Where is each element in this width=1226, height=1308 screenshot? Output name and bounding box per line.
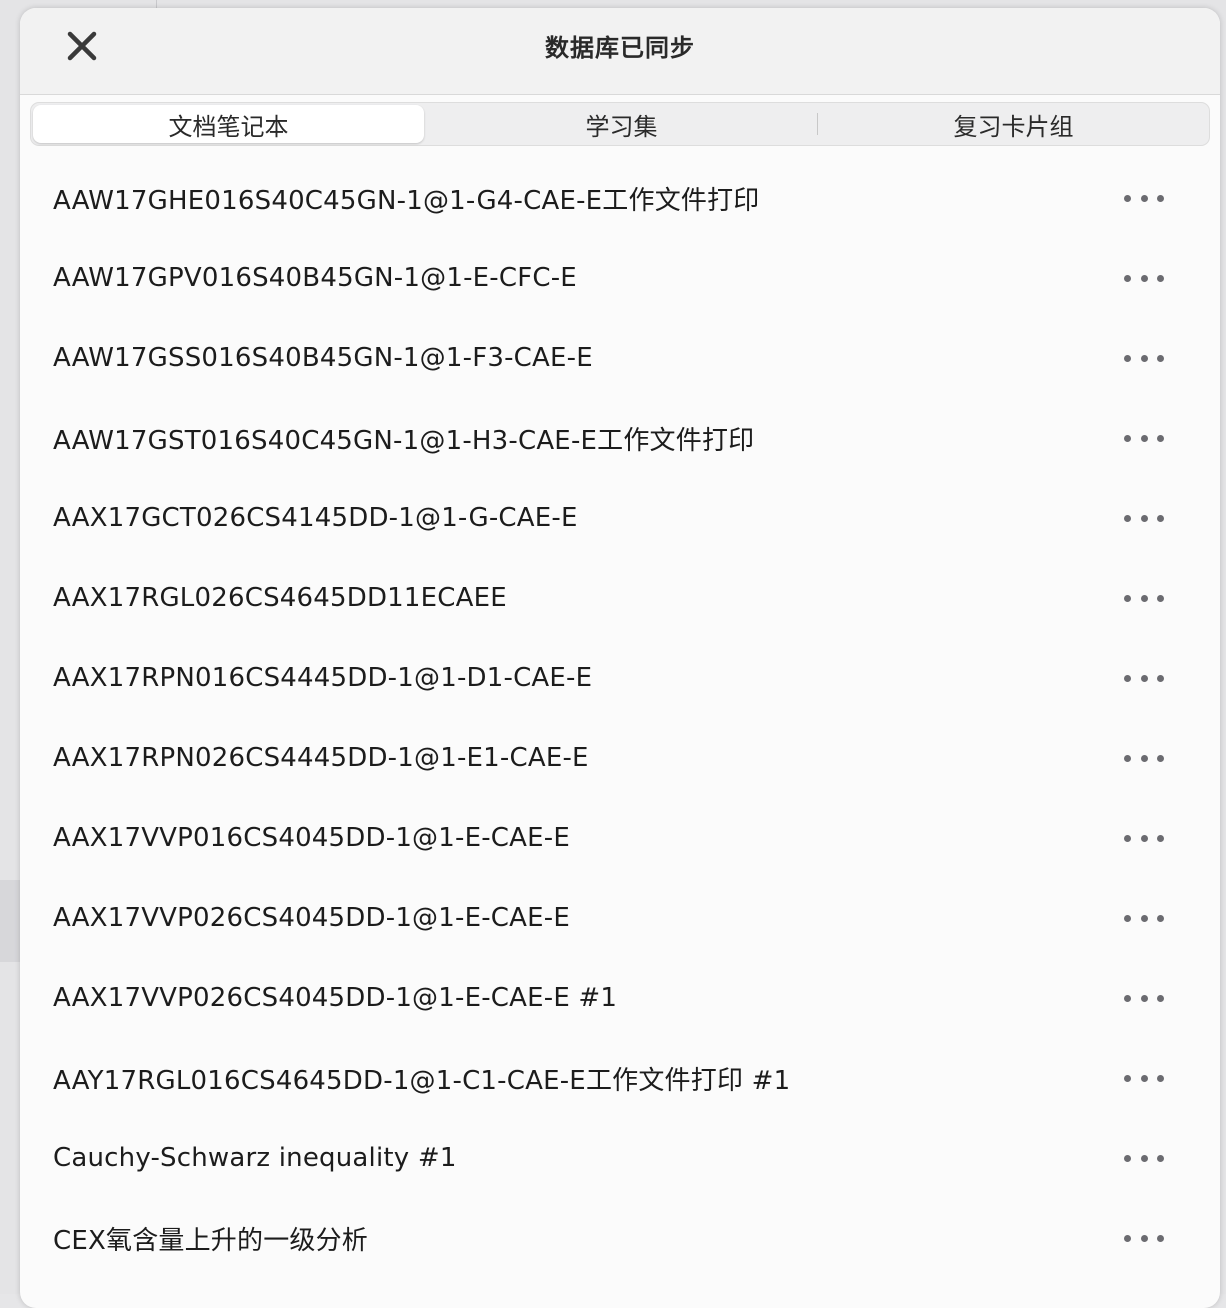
list-item[interactable]: AAX17GCT026CS4145DD-1@1-G-CAE-E (20, 478, 1220, 558)
more-dot (1157, 274, 1164, 282)
more-dot (1157, 674, 1164, 682)
list-item-label: AAX17VVP026CS4045DD-1@1-E-CAE-E (53, 903, 570, 933)
more-horizontal-icon[interactable] (1124, 668, 1164, 688)
list-item-label: Cauchy-Schwarz inequality #1 (53, 1143, 457, 1173)
more-dot (1140, 834, 1148, 842)
list-item-label: AAW17GST016S40C45GN-1@1-H3-CAE-E工作文件打印 (53, 425, 755, 456)
more-dot (1124, 834, 1131, 842)
more-dot (1124, 1154, 1131, 1162)
list-item[interactable]: AAW17GPV016S40B45GN-1@1-E-CFC-E (20, 238, 1220, 318)
more-horizontal-icon[interactable] (1124, 988, 1164, 1008)
list-item-label: AAW17GPV016S40B45GN-1@1-E-CFC-E (53, 263, 577, 293)
more-dot (1124, 594, 1131, 602)
more-horizontal-icon[interactable] (1124, 1068, 1164, 1088)
list-item-label: AAY17RGL016CS4645DD-1@1-C1-CAE-E工作文件打印 #… (53, 1065, 791, 1096)
list-item-label: AAX17GCT026CS4145DD-1@1-G-CAE-E (53, 503, 578, 533)
list-item[interactable]: CEX氧含量上升的一级分析 (20, 1198, 1220, 1278)
more-dot (1140, 434, 1148, 442)
tab-review-decks[interactable]: 复习卡片组 (818, 103, 1209, 145)
more-dot (1140, 1154, 1148, 1162)
more-dot (1124, 914, 1131, 922)
more-horizontal-icon[interactable] (1124, 828, 1164, 848)
more-horizontal-icon[interactable] (1124, 1148, 1164, 1168)
more-dot (1157, 994, 1164, 1002)
more-horizontal-icon[interactable] (1124, 188, 1164, 208)
more-dot (1140, 674, 1148, 682)
list-item-label: CEX氧含量上升的一级分析 (53, 1225, 368, 1256)
sheet-title: 数据库已同步 (545, 34, 695, 62)
list-item-label: AAX17VVP026CS4045DD-1@1-E-CAE-E #1 (53, 983, 618, 1013)
background-divider (156, 0, 157, 8)
more-dot (1140, 754, 1148, 762)
more-dot (1157, 594, 1164, 602)
more-dot (1124, 274, 1131, 282)
more-dot (1157, 834, 1164, 842)
more-horizontal-icon[interactable] (1124, 508, 1164, 528)
more-dot (1157, 354, 1164, 362)
more-dot (1157, 1154, 1164, 1162)
list-item[interactable]: AAW17GHE016S40C45GN-1@1-G4-CAE-E工作文件打印 (20, 158, 1220, 238)
list-item[interactable]: AAX17RPN016CS4445DD-1@1-D1-CAE-E (20, 638, 1220, 718)
segmented-control: 文档笔记本 学习集 复习卡片组 (30, 102, 1210, 146)
notebook-list: AAW17GHE016S40C45GN-1@1-G4-CAE-E工作文件打印 AA… (20, 158, 1220, 1278)
list-item-label: AAX17RGL026CS4645DD11ECAEE (53, 583, 507, 613)
more-dot (1157, 754, 1164, 762)
more-horizontal-icon[interactable] (1124, 268, 1164, 288)
more-dot (1140, 594, 1148, 602)
sync-sheet: 数据库已同步 文档笔记本 学习集 复习卡片组 AAW17GHE016S40C45… (20, 8, 1220, 1308)
more-dot (1140, 914, 1148, 922)
list-item-label: AAX17RPN016CS4445DD-1@1-D1-CAE-E (53, 663, 593, 693)
background-panel (0, 880, 20, 962)
more-dot (1140, 994, 1148, 1002)
list-item[interactable]: AAX17VVP016CS4045DD-1@1-E-CAE-E (20, 798, 1220, 878)
sheet-header: 数据库已同步 (20, 8, 1220, 95)
tab-label: 学习集 (585, 112, 658, 141)
more-dot (1140, 194, 1148, 202)
more-horizontal-icon[interactable] (1124, 348, 1164, 368)
more-horizontal-icon[interactable] (1124, 1228, 1164, 1248)
list-item-label: AAX17RPN026CS4445DD-1@1-E1-CAE-E (53, 743, 589, 773)
tab-study-sets[interactable]: 学习集 (426, 103, 817, 145)
more-dot (1124, 1234, 1131, 1242)
more-dot (1124, 354, 1131, 362)
more-dot (1157, 514, 1164, 522)
more-dot (1124, 434, 1131, 442)
more-dot (1157, 1234, 1164, 1242)
tab-documents[interactable]: 文档笔记本 (33, 105, 424, 143)
more-horizontal-icon[interactable] (1124, 908, 1164, 928)
list-item[interactable]: AAY17RGL016CS4645DD-1@1-C1-CAE-E工作文件打印 #… (20, 1038, 1220, 1118)
list-item[interactable]: AAX17VVP026CS4045DD-1@1-E-CAE-E (20, 878, 1220, 958)
more-horizontal-icon[interactable] (1124, 748, 1164, 768)
more-dot (1157, 1074, 1164, 1082)
more-dot (1157, 914, 1164, 922)
more-horizontal-icon[interactable] (1124, 588, 1164, 608)
more-dot (1140, 1074, 1148, 1082)
list-item-label: AAW17GHE016S40C45GN-1@1-G4-CAE-E工作文件打印 (53, 185, 760, 216)
list-item[interactable]: AAX17VVP026CS4045DD-1@1-E-CAE-E #1 (20, 958, 1220, 1038)
list-item-label: AAW17GSS016S40B45GN-1@1-F3-CAE-E (53, 343, 593, 373)
more-dot (1124, 194, 1131, 202)
list-item[interactable]: AAX17RPN026CS4445DD-1@1-E1-CAE-E (20, 718, 1220, 798)
more-dot (1140, 514, 1148, 522)
more-dot (1140, 1234, 1148, 1242)
more-dot (1157, 194, 1164, 202)
more-dot (1124, 754, 1131, 762)
more-dot (1124, 1074, 1131, 1082)
more-dot (1140, 354, 1148, 362)
tab-label: 复习卡片组 (953, 112, 1074, 141)
more-dot (1124, 674, 1131, 682)
list-item[interactable]: AAX17RGL026CS4645DD11ECAEE (20, 558, 1220, 638)
more-dot (1140, 274, 1148, 282)
list-item[interactable]: AAW17GST016S40C45GN-1@1-H3-CAE-E工作文件打印 (20, 398, 1220, 478)
list-item[interactable]: Cauchy-Schwarz inequality #1 (20, 1118, 1220, 1198)
more-horizontal-icon[interactable] (1124, 428, 1164, 448)
tab-label: 文档笔记本 (168, 112, 289, 141)
more-dot (1124, 994, 1131, 1002)
list-item[interactable]: AAW17GSS016S40B45GN-1@1-F3-CAE-E (20, 318, 1220, 398)
list-item-label: AAX17VVP016CS4045DD-1@1-E-CAE-E (53, 823, 570, 853)
more-dot (1157, 434, 1164, 442)
more-dot (1124, 514, 1131, 522)
